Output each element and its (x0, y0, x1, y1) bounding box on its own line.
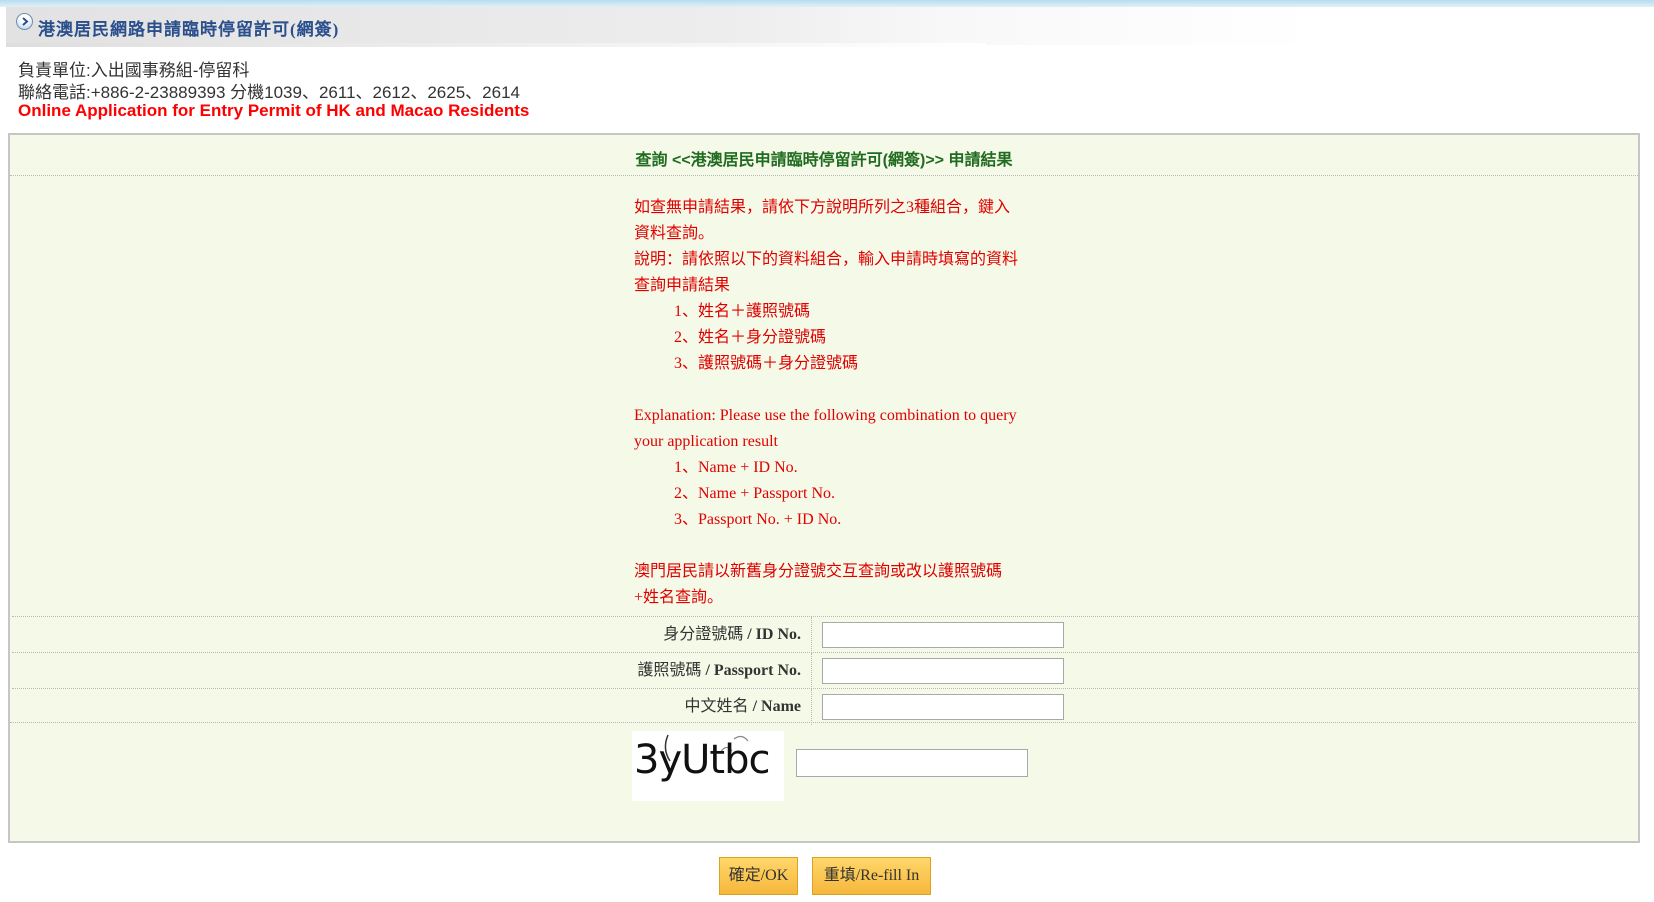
refill-button[interactable]: 重填/Re-fill In (812, 857, 931, 895)
ok-button[interactable]: 確定/OK (719, 857, 798, 895)
instruction-line: 說明：請依照以下的資料組合，輸入申請時填寫的資料 (634, 251, 1019, 268)
instruction-line: 查詢申請結果 (634, 277, 731, 294)
instruction-line: 資料查詢。 (634, 225, 715, 242)
id-row: 身分證號碼 / ID No. (12, 616, 1638, 653)
captcha-text: 3yUtbc (634, 737, 770, 783)
panel-header: 查詢 <<港澳居民申請臨時停留許可(網簽)>> 申請結果 (10, 135, 1638, 176)
id-input[interactable] (822, 622, 1064, 648)
page-title: 港澳居民網路申請臨時停留許可(網簽) (38, 20, 340, 39)
chevron-right-icon (16, 13, 33, 30)
instruction-line: +姓名查詢。 (634, 589, 724, 606)
instruction-line: Explanation: Please use the following co… (634, 407, 1017, 424)
id-label: 身分證號碼 / ID No. (12, 617, 812, 653)
panel-title: 查詢 <<港澳居民申請臨時停留許可(網簽)>> 申請結果 (635, 152, 1013, 169)
name-row: 中文姓名 / Name (12, 688, 1638, 725)
instruction-item: 1、Name + ID No. (674, 459, 798, 476)
passport-input[interactable] (822, 658, 1064, 684)
captcha-row: 3yUtbc (10, 722, 1636, 801)
phone-text: 聯絡電話:+886-2-23889393 分機1039、2611、2612、26… (18, 83, 520, 102)
name-label: 中文姓名 / Name (12, 689, 812, 725)
instructions: 如查無申請結果，請依下方說明所列之3種組合，鍵入 資料查詢。 說明：請依照以下的… (634, 195, 1064, 611)
page-header: 港澳居民網路申請臨時停留許可(網簽) (6, 7, 1316, 47)
instruction-line: your application result (634, 433, 778, 450)
captcha-input[interactable] (796, 749, 1028, 777)
instruction-item: 3、Passport No. + ID No. (674, 511, 842, 528)
top-bar (0, 0, 1654, 7)
passport-row: 護照號碼 / Passport No. (12, 652, 1638, 689)
instruction-line: 澳門居民請以新舊身分證號交互查詢或改以護照號碼 (634, 563, 1003, 580)
instruction-item: 2、Name + Passport No. (674, 485, 836, 502)
passport-label: 護照號碼 / Passport No. (12, 653, 812, 689)
english-title: Online Application for Entry Permit of H… (18, 101, 530, 120)
instruction-item: 1、姓名＋護照號碼 (674, 303, 811, 320)
instruction-item: 3、護照號碼＋身分證號碼 (674, 355, 859, 372)
name-input[interactable] (822, 694, 1064, 720)
instruction-line: 如查無申請結果，請依下方說明所列之3種組合，鍵入 (634, 199, 1011, 216)
captcha-image: 3yUtbc (632, 731, 784, 801)
instruction-item: 2、姓名＋身分證號碼 (674, 329, 827, 346)
